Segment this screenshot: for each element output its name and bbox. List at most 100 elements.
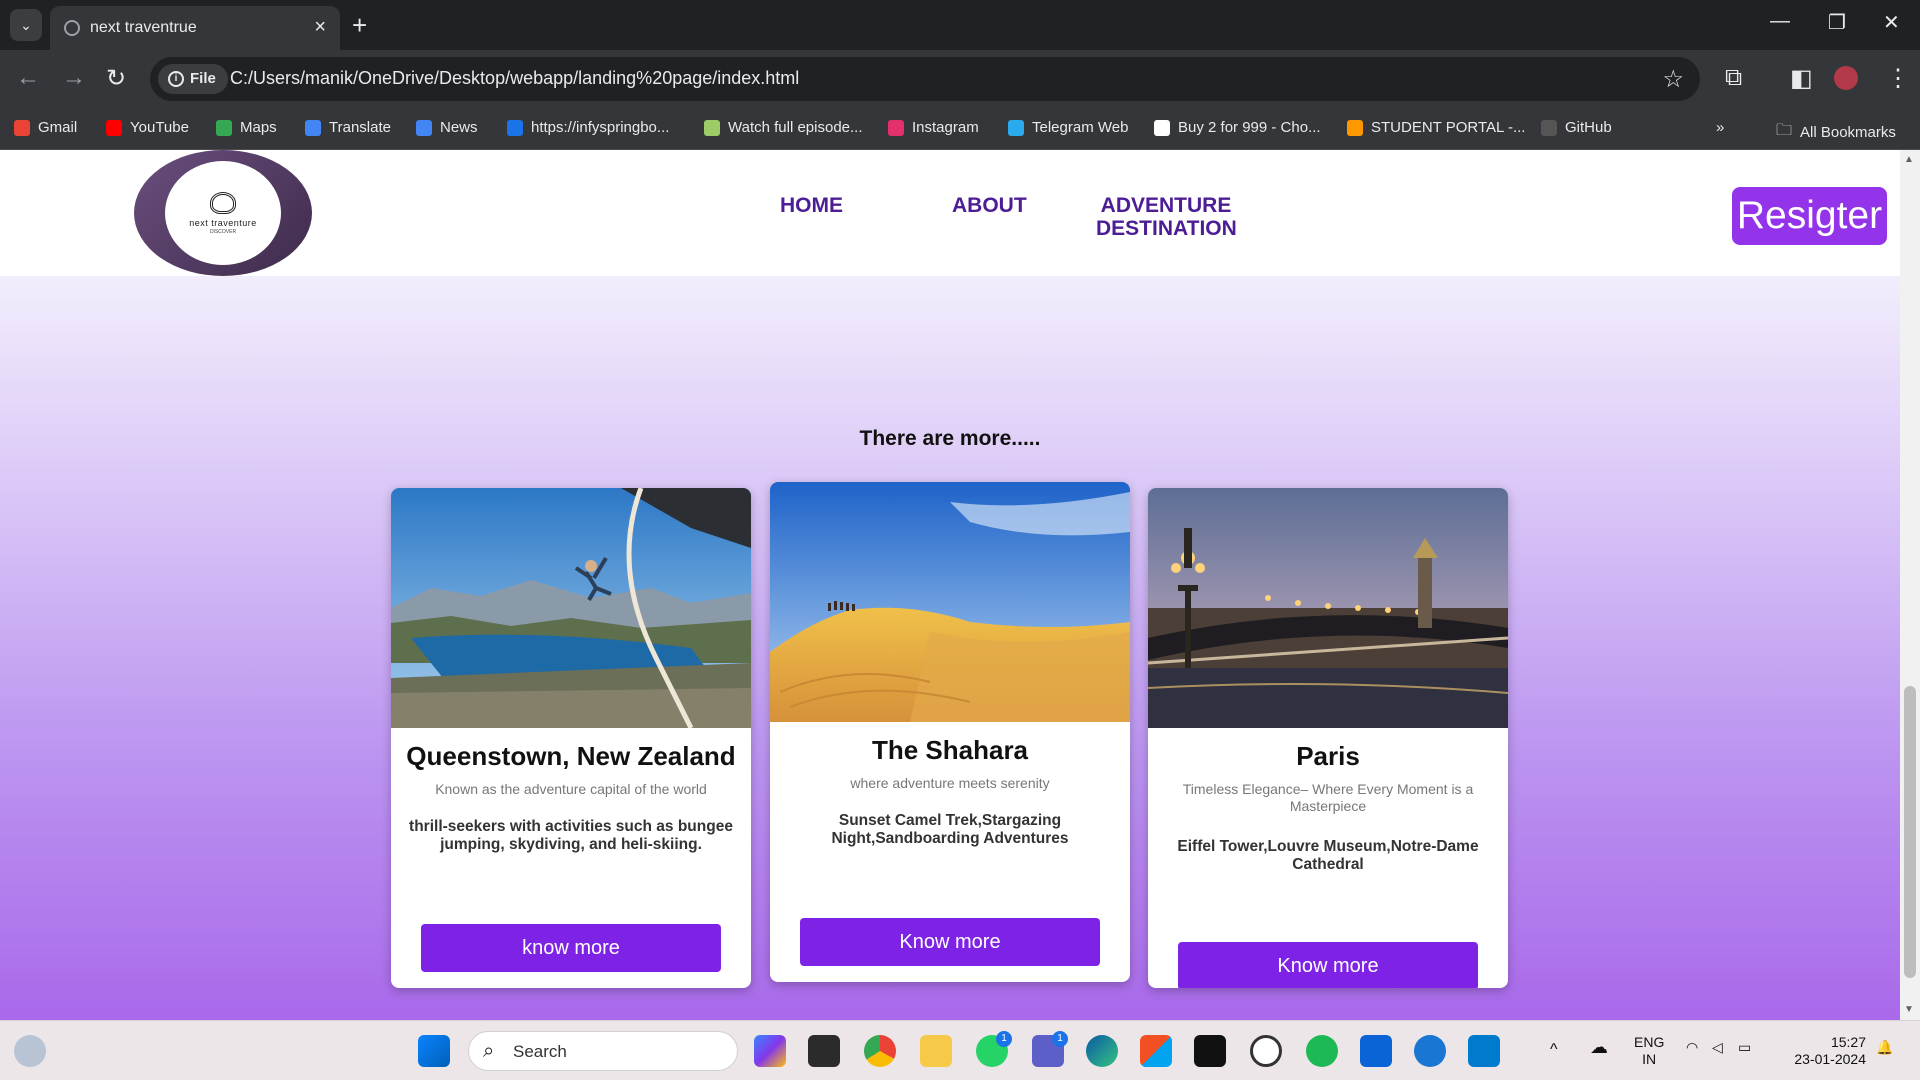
menu-icon[interactable]: ⋮ xyxy=(1886,64,1910,93)
nav-about[interactable]: ABOUT xyxy=(952,194,1027,217)
lang-line2: IN xyxy=(1642,1051,1657,1067)
nav-adventure-line2: DESTINATION xyxy=(1096,217,1237,240)
profile-avatar[interactable] xyxy=(1834,66,1858,90)
web-page: next traventure DISCOVER HOME ABOUT ADVE… xyxy=(0,150,1900,1020)
window-close-icon[interactable]: ✕ xyxy=(1883,10,1900,35)
spotify-icon[interactable] xyxy=(1306,1035,1338,1067)
bookmark-label: Watch full episode... xyxy=(728,119,863,136)
nav-home[interactable]: HOME xyxy=(780,194,843,217)
bookmark-label: YouTube xyxy=(130,119,189,136)
store-icon[interactable] xyxy=(1140,1035,1172,1067)
card-subtitle: Known as the adventure capital of the wo… xyxy=(435,781,707,797)
github-icon[interactable] xyxy=(1194,1035,1226,1067)
scroll-down-icon[interactable]: ▼ xyxy=(1904,1004,1914,1015)
browser-tab-bar: ⌄ next traventrue × + — ❐ ✕ xyxy=(0,0,1920,50)
reload-icon[interactable]: ↻ xyxy=(106,64,126,93)
close-tab-icon[interactable]: × xyxy=(314,16,326,39)
battery-icon[interactable]: ▭ xyxy=(1738,1039,1751,1056)
restore-icon[interactable]: ❐ xyxy=(1828,10,1846,35)
paris-image xyxy=(1148,488,1508,728)
scroll-up-icon[interactable]: ▲ xyxy=(1904,154,1914,165)
clock-icon[interactable] xyxy=(1250,1035,1282,1067)
logo-text: next traventure xyxy=(189,217,257,228)
bookmark-label: Telegram Web xyxy=(1032,119,1129,136)
bookmark-item[interactable]: Translate xyxy=(305,119,391,136)
bookmark-label: Maps xyxy=(240,119,277,136)
sahara-image xyxy=(770,482,1130,722)
onedrive-icon[interactable]: ☁ xyxy=(1590,1038,1608,1056)
search-label: Search xyxy=(513,1042,567,1061)
windows-taskbar: ⌕ Search 1 1 ^ ☁ ENG IN ◠ ◁ ▭ 15:27 23-0… xyxy=(0,1020,1920,1080)
bookmark-item[interactable]: Gmail xyxy=(14,119,77,136)
bookmark-item[interactable]: News xyxy=(416,119,478,136)
bookmark-favicon-icon xyxy=(1008,119,1024,136)
bookmark-star-icon[interactable]: ☆ xyxy=(1662,65,1684,94)
know-more-button[interactable]: know more xyxy=(421,924,721,972)
card-description: Eiffel Tower,Louvre Museum,Notre-Dame Ca… xyxy=(1177,838,1479,873)
rocket-app-icon[interactable] xyxy=(1414,1035,1446,1067)
scroll-thumb[interactable] xyxy=(1904,686,1916,978)
back-icon[interactable]: ← xyxy=(16,64,40,92)
card-title: Paris xyxy=(1296,741,1360,771)
side-panel-icon[interactable]: ◧ xyxy=(1790,64,1813,93)
card-title: The Shahara xyxy=(871,735,1029,765)
globe-icon xyxy=(64,20,80,36)
wifi-icon[interactable]: ◠ xyxy=(1686,1039,1698,1056)
browser-tab[interactable]: next traventrue × xyxy=(50,6,340,50)
bookmark-item[interactable]: Maps xyxy=(216,119,277,136)
bookmark-favicon-icon xyxy=(14,119,30,136)
language-indicator[interactable]: ENG IN xyxy=(1634,1034,1664,1068)
forward-icon[interactable]: → xyxy=(62,64,86,92)
vscode-icon[interactable] xyxy=(1468,1035,1500,1067)
notification-bell-icon[interactable]: 🔔 xyxy=(1876,1039,1893,1056)
destination-card-sahara: The Shahara where adventure meets sereni… xyxy=(770,482,1130,982)
more-bookmarks-icon[interactable]: » xyxy=(1716,119,1724,136)
bookmark-label: https://infyspringbo... xyxy=(531,119,670,136)
register-button[interactable]: Resigter xyxy=(1732,187,1887,245)
weather-icon[interactable] xyxy=(14,1035,46,1067)
bookmark-item[interactable]: Telegram Web xyxy=(1008,119,1128,136)
copilot-icon[interactable] xyxy=(754,1035,786,1067)
section-title: There are more..... xyxy=(859,427,1041,450)
bookmark-favicon-icon xyxy=(704,119,720,136)
bookmark-favicon-icon xyxy=(305,119,321,136)
know-more-button[interactable]: Know more xyxy=(1178,942,1478,988)
bookmark-item[interactable]: https://infyspringbo... xyxy=(507,119,669,136)
minimize-icon[interactable]: — xyxy=(1770,10,1790,33)
file-explorer-icon[interactable] xyxy=(920,1035,952,1067)
nav-adventure-destination[interactable]: ADVENTURE DESTINATION xyxy=(1096,194,1237,240)
bookmark-item[interactable]: YouTube xyxy=(106,119,189,136)
new-tab-button[interactable]: + xyxy=(352,10,367,41)
site-info-chip[interactable]: i File xyxy=(158,64,228,94)
bookmark-item[interactable]: Watch full episode... xyxy=(704,119,863,136)
all-bookmarks-button[interactable]: 🗀 All Bookmarks xyxy=(1776,119,1896,146)
bookmark-favicon-icon xyxy=(1347,119,1363,136)
url-text[interactable]: C:/Users/manik/OneDrive/Desktop/webapp/l… xyxy=(230,68,799,89)
bookmark-item[interactable]: GitHub xyxy=(1541,119,1612,136)
chevron-up-icon[interactable]: ^ xyxy=(1550,1041,1558,1058)
address-bar[interactable]: i File C:/Users/manik/OneDrive/Desktop/w… xyxy=(150,57,1700,101)
tab-search-button[interactable]: ⌄ xyxy=(10,9,42,41)
search-icon: ⌕ xyxy=(483,1040,495,1062)
chrome-icon[interactable] xyxy=(864,1035,896,1067)
clock-display[interactable]: 15:27 23-01-2024 xyxy=(1782,1034,1866,1068)
volume-icon[interactable]: ◁ xyxy=(1712,1039,1723,1056)
bookmark-item[interactable]: STUDENT PORTAL -... xyxy=(1347,119,1525,136)
bookmark-item[interactable]: Instagram xyxy=(888,119,979,136)
page-scrollbar[interactable]: ▲ ▼ xyxy=(1900,150,1920,1020)
start-icon[interactable] xyxy=(418,1035,450,1067)
bookmark-favicon-icon xyxy=(888,119,904,136)
destination-card-paris: Paris Timeless Elegance– Where Every Mom… xyxy=(1148,488,1508,988)
know-more-button[interactable]: Know more xyxy=(800,918,1100,966)
task-view-icon[interactable] xyxy=(808,1035,840,1067)
taskbar-search[interactable]: ⌕ Search xyxy=(468,1031,738,1071)
mail-icon[interactable] xyxy=(1360,1035,1392,1067)
bookmark-favicon-icon xyxy=(1541,119,1557,136)
edge-icon[interactable] xyxy=(1086,1035,1118,1067)
extensions-icon[interactable]: ⧉ xyxy=(1725,64,1742,92)
site-logo[interactable]: next traventure DISCOVER xyxy=(134,150,312,276)
time-text: 15:27 xyxy=(1830,1034,1866,1050)
bookmarks-bar: » 🗀 All Bookmarks Gmail YouTube Maps Transl… xyxy=(0,108,1920,150)
bookmark-item[interactable]: Buy 2 for 999 - Cho... xyxy=(1154,119,1321,136)
lang-line1: ENG xyxy=(1634,1034,1665,1050)
